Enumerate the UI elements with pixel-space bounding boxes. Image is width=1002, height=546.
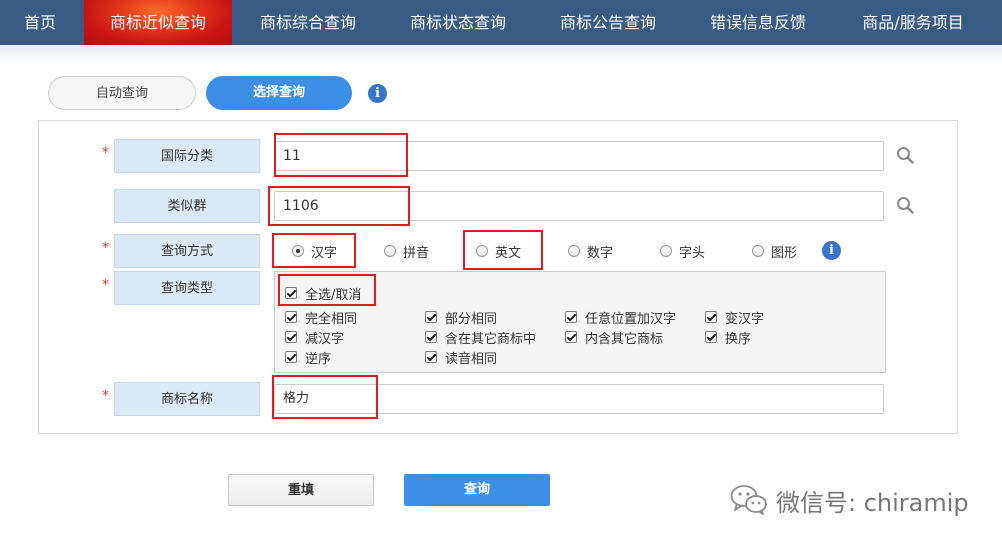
- checkbox-label: 任意位置加汉字: [585, 311, 677, 327]
- checkbox-label: 部分相同: [445, 311, 498, 327]
- similar-group-input[interactable]: 1106: [274, 191, 884, 221]
- radio-initials[interactable]: 字头: [660, 242, 706, 261]
- intl-class-input[interactable]: 11: [274, 141, 884, 171]
- checkbox-box[interactable]: [425, 351, 437, 363]
- radio-dot[interactable]: [660, 245, 672, 257]
- radio-chinese[interactable]: 汉字: [292, 242, 338, 261]
- checkbox-same-pronunciation[interactable]: 读音相同: [425, 349, 498, 367]
- similar-group-label: 类似群: [114, 189, 260, 223]
- checkbox-remove-char[interactable]: 减汉字: [285, 329, 345, 347]
- wechat-logo-icon: [730, 485, 767, 515]
- radio-dot[interactable]: [752, 245, 764, 257]
- checkbox-label: 含在其它商标中: [445, 331, 537, 347]
- checkbox-exact[interactable]: 完全相同: [285, 309, 358, 327]
- nav-item-error-feedback[interactable]: 错误信息反馈: [684, 0, 832, 45]
- search-icon[interactable]: [896, 196, 914, 214]
- radio-dot[interactable]: [384, 245, 396, 257]
- required-mark: *: [102, 277, 109, 293]
- nav-item-status-search[interactable]: 商标状态查询: [384, 0, 532, 45]
- checkbox-reverse[interactable]: 逆序: [285, 349, 332, 367]
- checkbox-contains[interactable]: 内含其它商标: [565, 329, 664, 347]
- checkbox-label: 减汉字: [305, 331, 345, 347]
- checkbox-label: 逆序: [305, 351, 332, 367]
- required-mark: *: [102, 240, 109, 256]
- checkbox-label: 内含其它商标: [585, 331, 664, 347]
- checkbox-box[interactable]: [425, 311, 437, 323]
- select-query-tab[interactable]: 选择查询: [206, 76, 352, 110]
- radio-label: 图形: [771, 245, 798, 261]
- select-all-checkbox[interactable]: 全选/取消: [285, 285, 362, 303]
- info-icon[interactable]: i: [822, 241, 841, 260]
- checkbox-box[interactable]: [285, 331, 297, 343]
- checkbox-reorder[interactable]: 换序: [705, 329, 752, 347]
- checkbox-label: 全选/取消: [305, 287, 362, 303]
- checkbox-contained-in[interactable]: 含在其它商标中: [425, 329, 537, 347]
- trademark-search-page: 首页 商标近似查询 商标综合查询 商标状态查询 商标公告查询 错误信息反馈 商品…: [0, 0, 1002, 546]
- auto-query-tab[interactable]: 自动查询: [48, 76, 196, 110]
- checkbox-label: 变汉字: [725, 311, 765, 327]
- wechat-watermark: 微信号: chiramip: [730, 480, 969, 520]
- checkbox-box[interactable]: [705, 311, 717, 323]
- top-nav: 首页 商标近似查询 商标综合查询 商标状态查询 商标公告查询 错误信息反馈 商品…: [0, 0, 1002, 45]
- query-type-label: 查询类型: [114, 271, 260, 305]
- watermark-text: 微信号: chiramip: [776, 488, 969, 517]
- radio-label: 英文: [495, 245, 522, 261]
- radio-label: 数字: [587, 245, 614, 261]
- checkbox-box[interactable]: [565, 331, 577, 343]
- search-icon[interactable]: [896, 146, 914, 164]
- checkbox-box[interactable]: [565, 311, 577, 323]
- checkbox-box[interactable]: [705, 331, 717, 343]
- required-mark: *: [102, 145, 109, 161]
- radio-pinyin[interactable]: 拼音: [384, 242, 430, 261]
- checkbox-change-char[interactable]: 变汉字: [705, 309, 765, 327]
- nav-item-similar-search[interactable]: 商标近似查询: [84, 0, 232, 45]
- radio-dot[interactable]: [476, 245, 488, 257]
- info-icon[interactable]: i: [368, 84, 387, 103]
- checkbox-label: 完全相同: [305, 311, 358, 327]
- radio-label: 拼音: [403, 245, 430, 261]
- checkbox-box[interactable]: [285, 287, 297, 299]
- checkbox-label: 换序: [725, 331, 752, 347]
- nav-item-announcement-search[interactable]: 商标公告查询: [534, 0, 682, 45]
- required-mark: *: [102, 388, 109, 404]
- nav-item-home[interactable]: 首页: [0, 0, 80, 45]
- radio-label: 汉字: [311, 245, 338, 261]
- query-method-label: 查询方式: [114, 234, 260, 268]
- nav-shadow: [0, 45, 1002, 65]
- radio-graphic[interactable]: 图形: [752, 242, 798, 261]
- nav-item-comprehensive-search[interactable]: 商标综合查询: [234, 0, 382, 45]
- checkbox-box[interactable]: [285, 351, 297, 363]
- radio-digits[interactable]: 数字: [568, 242, 614, 261]
- radio-dot[interactable]: [292, 245, 304, 257]
- trademark-name-input[interactable]: 格力: [274, 384, 884, 414]
- checkbox-box[interactable]: [425, 331, 437, 343]
- checkbox-add-char[interactable]: 任意位置加汉字: [565, 309, 677, 327]
- nav-item-goods-services[interactable]: 商品/服务项目: [834, 0, 992, 45]
- checkbox-box[interactable]: [285, 311, 297, 323]
- radio-dot[interactable]: [568, 245, 580, 257]
- intl-class-label: 国际分类: [114, 139, 260, 173]
- radio-english[interactable]: 英文: [476, 242, 522, 261]
- radio-label: 字头: [679, 245, 706, 261]
- query-button[interactable]: 查询: [404, 474, 550, 506]
- trademark-name-label: 商标名称: [114, 382, 260, 416]
- checkbox-label: 读音相同: [445, 351, 498, 367]
- reset-button[interactable]: 重填: [228, 474, 374, 506]
- checkbox-partial[interactable]: 部分相同: [425, 309, 498, 327]
